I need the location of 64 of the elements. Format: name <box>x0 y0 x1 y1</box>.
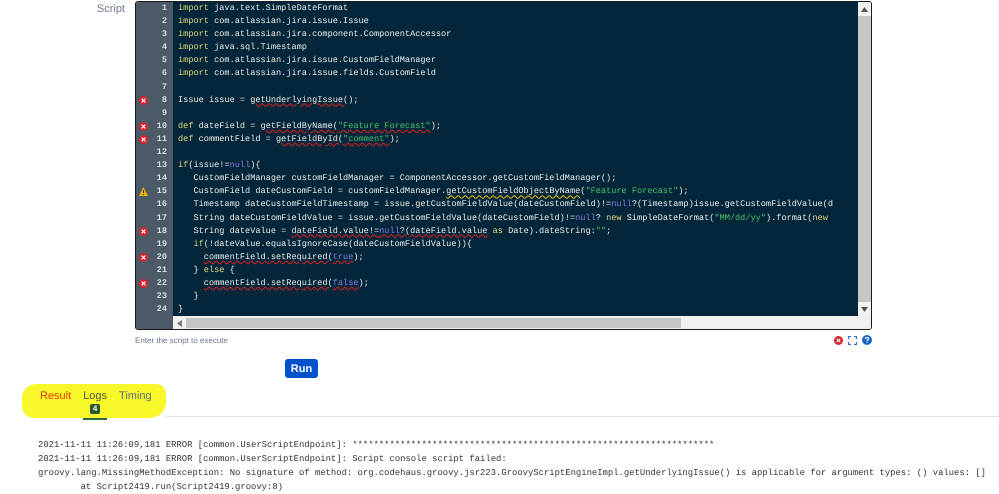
line-number: 15 <box>156 185 167 198</box>
line-number: 2 <box>162 15 167 28</box>
code-line: } else { <box>192 264 235 277</box>
line-number: 20 <box>156 250 167 264</box>
line-number: 16 <box>156 198 167 212</box>
code-line: import com.atlassian.jira.issue.CustomFieldManager <box>177 54 436 68</box>
code-line: import java.text.SimpleDateFormat <box>177 2 348 15</box>
code-line: Issue issue = getUnderlyingIssue(); <box>177 94 359 107</box>
run-button[interactable]: Run <box>285 359 318 378</box>
scroll-left-icon[interactable] <box>177 320 182 327</box>
scroll-up-icon[interactable] <box>861 6 868 12</box>
line-number: 8 <box>162 94 167 107</box>
code-line: } <box>192 290 199 304</box>
error-icon[interactable] <box>834 336 843 344</box>
help-text: Enter the script to execute <box>135 336 228 344</box>
code-line: import com.atlassian.jira.issue.Issue <box>177 15 369 28</box>
code-line: import com.atlassian.jira.issue.fields.CustomField <box>177 67 436 80</box>
code-line: def dateField = getFieldByName("Feature Forecast"); <box>177 120 442 133</box>
line-number: 5 <box>162 54 167 68</box>
line-number: 24 <box>156 303 167 316</box>
code-line: if(issue!=null){ <box>177 159 261 172</box>
line-number: 14 <box>156 172 167 186</box>
help-icon[interactable] <box>862 335 872 345</box>
code-line: def commentField = getFieldById("comment"); <box>177 132 400 146</box>
line-number: 21 <box>156 264 167 277</box>
horizontal-scrollbar[interactable] <box>136 316 858 329</box>
line-number: 1 <box>162 2 167 15</box>
field-label: Script <box>96 2 126 17</box>
line-number: 18 <box>156 224 167 238</box>
line-number: 22 <box>156 276 167 290</box>
code-line: CustomField dateCustomField = customFieldManager.getCustomFieldObjectByName("Feature Forecast"); <box>192 185 689 198</box>
line-number: 11 <box>156 132 167 146</box>
code-line: CustomFieldManager customFieldManager = ComponentAccessor.getCustomFieldManager(); <box>192 172 616 186</box>
code-line: commentField.setRequired(true); <box>202 250 364 264</box>
log-line: at Script2419.run(Script2419.groovy:8) <box>80 481 284 494</box>
line-number: 19 <box>156 238 167 251</box>
line-number: 3 <box>162 28 167 42</box>
line-number: 12 <box>156 146 167 160</box>
tab[interactable]: Timing <box>119 390 152 420</box>
scroll-down-icon[interactable] <box>861 306 868 312</box>
line-number: 4 <box>162 41 167 54</box>
line-number: 6 <box>162 67 167 80</box>
expand-icon[interactable] <box>848 336 857 344</box>
code-line: String dateCustomFieldValue = issue.getCustomFieldValue(dateCustomField)!=null? new SimpleDateFormat("MM/dd/yy").format(new <box>192 212 828 224</box>
log-line: 2021-11-11 11:26:09,181 ERROR [common.UserScriptEndpoint]: Script console script failed: <box>38 453 508 466</box>
code-line: if(!dateValue.equalsIgnoreCase(dateCustomFieldValue)){ <box>192 238 472 251</box>
code-line: String dateValue = dateField.value!=null?(dateField.value as Date).dateString:""; <box>192 224 612 238</box>
code-line: import java.sql.Timestamp <box>177 41 307 54</box>
line-number: 13 <box>156 159 167 172</box>
line-number: 23 <box>156 290 167 304</box>
vertical-scrollbar[interactable] <box>858 2 871 316</box>
line-number: 7 <box>162 80 167 94</box>
code-line: Timestamp dateCustomFieldTimestamp = issue.getCustomFieldValue(dateCustomField)!=null?(Timestamp)issue.getCustomFieldValue(d <box>192 198 833 212</box>
tab[interactable]: Result <box>40 390 72 420</box>
line-number: 17 <box>156 212 167 224</box>
log-line: groovy.lang.MissingMethodException: No signature of method: org.codehaus.groovy.jsr223.GroovyScriptEngineImpl.getUnderlyingIssue() is applicable for argument types: () values: [] <box>38 467 988 480</box>
log-line: 2021-11-11 11:26:09,181 ERROR [common.UserScriptEndpoint]: ******************************************************************** <box>38 439 716 452</box>
tab[interactable]: Logs 4 <box>83 390 108 420</box>
code-line: } <box>177 303 184 316</box>
count-badge: 4 <box>90 404 100 414</box>
code-line: import com.atlassian.jira.component.ComponentAccessor <box>177 28 452 42</box>
code-line: commentField.setRequired(false); <box>202 276 369 290</box>
line-number: 10 <box>156 120 167 133</box>
line-number: 9 <box>162 106 167 120</box>
